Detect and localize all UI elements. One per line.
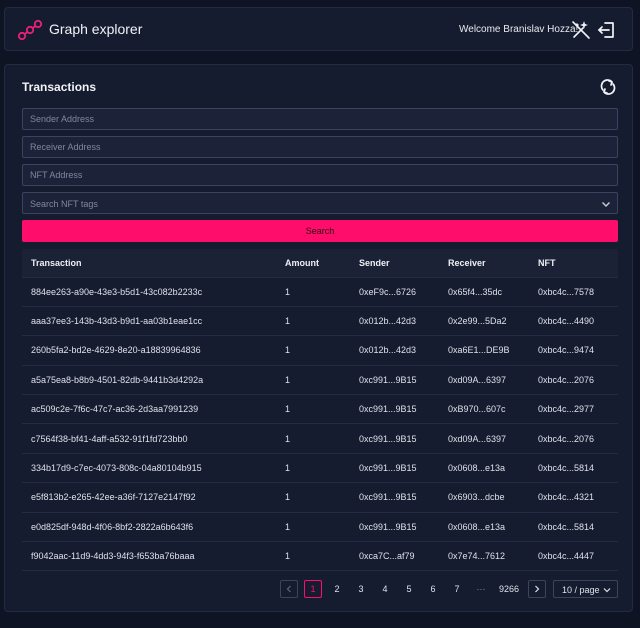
cell-sender: 0xc991...9B15 — [350, 482, 439, 513]
page-last[interactable]: 9266 — [494, 580, 524, 598]
cell-transaction: f9042aac-11d9-4dd3-94f3-f653ba76baaa — [22, 541, 276, 572]
app-title: Graph explorer — [49, 21, 143, 37]
panel-title: Transactions — [22, 80, 97, 94]
cell-sender: 0xc991...9B15 — [350, 512, 439, 543]
prev-page-button[interactable] — [280, 580, 298, 598]
cell-amount: 1 — [276, 277, 350, 307]
page-6[interactable]: 6 — [424, 580, 442, 598]
cell-transaction: 334b17d9-c7ec-4073-808c-04a80104b915 — [22, 453, 276, 484]
page-size-label: 10 / page — [562, 585, 600, 595]
cell-receiver: 0xd09A...6397 — [439, 365, 529, 396]
cell-sender: 0x012b...42d3 — [350, 306, 439, 337]
column-header-sender[interactable]: Sender — [350, 249, 439, 278]
nft-tags-select[interactable]: Search NFT tags — [22, 192, 618, 214]
page-7[interactable]: 7 — [448, 580, 466, 598]
cell-receiver: 0x0608...e13a — [439, 453, 529, 484]
cell-nft: 0xbc4c...9474 — [529, 335, 618, 366]
page-ellipsis[interactable]: ··· — [472, 580, 490, 598]
refresh-icon[interactable] — [599, 78, 617, 96]
transactions-table: Transaction Amount Sender Receiver NFT 8… — [22, 249, 618, 572]
cell-sender: 0xc991...9B15 — [350, 365, 439, 396]
transactions-panel: Transactions Search NFT tags Search Tran… — [4, 64, 633, 612]
column-header-transaction[interactable]: Transaction — [22, 249, 276, 278]
cell-nft: 0xbc4c...2076 — [529, 365, 618, 396]
cell-amount: 1 — [276, 482, 350, 513]
cell-transaction: aaa37ee3-143b-43d3-b9d1-aa03b1eae1cc — [22, 306, 276, 337]
table-row[interactable]: aaa37ee3-143b-43d3-b9d1-aa03b1eae1cc 1 0… — [22, 306, 618, 337]
cell-transaction: a5a75ea8-b8b9-4501-82db-9441b3d4292a — [22, 365, 276, 396]
page-size-select[interactable]: 10 / page — [553, 580, 618, 598]
search-button[interactable]: Search — [22, 220, 618, 242]
page-4[interactable]: 4 — [376, 580, 394, 598]
cell-sender: 0xc991...9B15 — [350, 394, 439, 425]
magic-wand-icon[interactable] — [571, 20, 591, 40]
table-row[interactable]: e0d825df-948d-4f06-8bf2-2822a6b643f6 1 0… — [22, 512, 618, 543]
cell-amount: 1 — [276, 541, 350, 572]
nft-tags-placeholder: Search NFT tags — [30, 199, 98, 209]
cell-sender: 0xeF9c...6726 — [350, 277, 439, 307]
cell-receiver: 0xa6E1...DE9B — [439, 335, 529, 366]
cell-amount: 1 — [276, 453, 350, 484]
page-1[interactable]: 1 — [304, 580, 322, 598]
chevron-down-icon — [602, 202, 610, 207]
cell-receiver: 0xB970...607c — [439, 394, 529, 425]
welcome-text: Welcome Branislav Hozza! — [459, 24, 579, 35]
cell-transaction: 884ee263-a90e-43e3-b5d1-43c082b2233c — [22, 277, 276, 307]
page-3[interactable]: 3 — [352, 580, 370, 598]
cell-transaction: c7564f38-bf41-4aff-a532-91f1fd723bb0 — [22, 423, 276, 454]
column-header-amount[interactable]: Amount — [276, 249, 350, 278]
cell-nft: 0xbc4c...4447 — [529, 541, 618, 572]
next-page-button[interactable] — [528, 580, 546, 598]
cell-receiver: 0x6903...dcbe — [439, 482, 529, 513]
cell-transaction: 260b5fa2-bd2e-4629-8e20-a18839964836 — [22, 335, 276, 366]
table-row[interactable]: c7564f38-bf41-4aff-a532-91f1fd723bb0 1 0… — [22, 423, 618, 454]
table-row[interactable]: ac509c2e-7f6c-47c7-ac36-2d3aa7991239 1 0… — [22, 394, 618, 425]
table-header-row: Transaction Amount Sender Receiver NFT — [22, 249, 618, 278]
app-header: Graph explorer Welcome Branislav Hozza! — [4, 7, 633, 51]
table-row[interactable]: 260b5fa2-bd2e-4629-8e20-a18839964836 1 0… — [22, 335, 618, 366]
cell-transaction: e5f813b2-e265-42ee-a36f-7127e2147f92 — [22, 482, 276, 513]
table-row[interactable]: a5a75ea8-b8b9-4501-82db-9441b3d4292a 1 0… — [22, 365, 618, 396]
chevron-left-icon — [286, 585, 291, 593]
page-2[interactable]: 2 — [328, 580, 346, 598]
logo-icon — [17, 19, 43, 41]
table-row[interactable]: e5f813b2-e265-42ee-a36f-7127e2147f92 1 0… — [22, 482, 618, 513]
cell-amount: 1 — [276, 394, 350, 425]
cell-amount: 1 — [276, 365, 350, 396]
cell-transaction: e0d825df-948d-4f06-8bf2-2822a6b643f6 — [22, 512, 276, 543]
chevron-down-icon — [603, 588, 611, 593]
cell-nft: 0xbc4c...2977 — [529, 394, 618, 425]
cell-receiver: 0x2e99...5Da2 — [439, 306, 529, 337]
sender-address-input[interactable] — [22, 108, 618, 130]
page-5[interactable]: 5 — [400, 580, 418, 598]
cell-sender: 0xca7C...af79 — [350, 541, 439, 572]
cell-amount: 1 — [276, 306, 350, 337]
cell-amount: 1 — [276, 335, 350, 366]
logout-icon[interactable] — [597, 20, 617, 40]
table-row[interactable]: f9042aac-11d9-4dd3-94f3-f653ba76baaa 1 0… — [22, 541, 618, 572]
cell-nft: 0xbc4c...5814 — [529, 453, 618, 484]
cell-receiver: 0x0608...e13a — [439, 512, 529, 543]
cell-amount: 1 — [276, 423, 350, 454]
table-row[interactable]: 334b17d9-c7ec-4073-808c-04a80104b915 1 0… — [22, 453, 618, 484]
cell-receiver: 0xd09A...6397 — [439, 423, 529, 454]
cell-receiver: 0x7e74...7612 — [439, 541, 529, 572]
cell-sender: 0xc991...9B15 — [350, 423, 439, 454]
column-header-receiver[interactable]: Receiver — [439, 249, 529, 278]
nft-address-input[interactable] — [22, 164, 618, 186]
cell-nft: 0xbc4c...4321 — [529, 482, 618, 513]
cell-nft: 0xbc4c...7578 — [529, 277, 618, 307]
cell-nft: 0xbc4c...4490 — [529, 306, 618, 337]
cell-nft: 0xbc4c...2076 — [529, 423, 618, 454]
receiver-address-input[interactable] — [22, 136, 618, 158]
column-header-nft[interactable]: NFT — [529, 249, 618, 278]
cell-sender: 0xc991...9B15 — [350, 453, 439, 484]
cell-sender: 0x012b...42d3 — [350, 335, 439, 366]
cell-amount: 1 — [276, 512, 350, 543]
table-row[interactable]: 884ee263-a90e-43e3-b5d1-43c082b2233c 1 0… — [22, 277, 618, 307]
chevron-right-icon — [535, 585, 540, 593]
cell-transaction: ac509c2e-7f6c-47c7-ac36-2d3aa7991239 — [22, 394, 276, 425]
cell-nft: 0xbc4c...5814 — [529, 512, 618, 543]
cell-receiver: 0x65f4...35dc — [439, 277, 529, 307]
